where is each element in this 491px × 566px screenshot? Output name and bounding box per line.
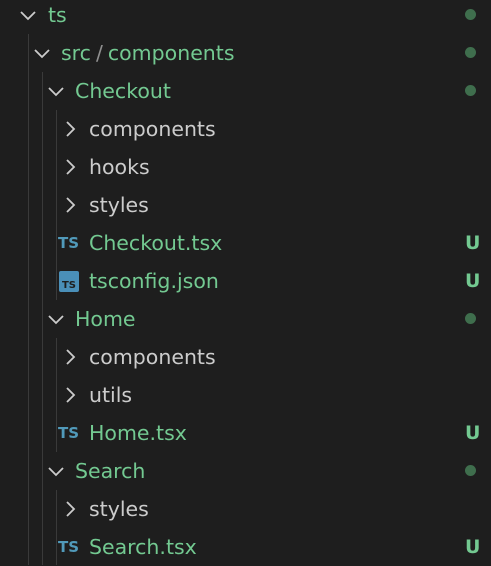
modified-dot (465, 313, 476, 324)
tree-item-search-styles[interactable]: styles (0, 490, 491, 528)
tsconfig-icon-text: TS (61, 280, 77, 291)
chevron-right-icon (60, 195, 80, 215)
modified-dot (465, 85, 476, 96)
path-segment-src: src (61, 41, 91, 65)
tree-item-checkout-styles[interactable]: styles (0, 186, 491, 224)
path-segment-components: components (107, 41, 235, 65)
tree-item-label: Checkout (75, 79, 171, 103)
untracked-badge: U (465, 422, 481, 444)
tree-item-home-utils[interactable]: utils (0, 376, 491, 414)
typescript-file-icon: TS (58, 424, 80, 442)
tree-item-home[interactable]: Home (0, 300, 491, 338)
typescript-file-icon: TS (58, 234, 80, 252)
chevron-down-icon (46, 461, 66, 481)
chevron-down-icon (46, 81, 66, 101)
modified-dot (465, 47, 476, 58)
path-separator: / (95, 41, 103, 65)
untracked-badge: U (465, 270, 481, 292)
tree-item-checkout-components[interactable]: components (0, 110, 491, 148)
chevron-right-icon (60, 385, 80, 405)
chevron-right-icon (60, 119, 80, 139)
tree-item-search[interactable]: Search (0, 452, 491, 490)
chevron-down-icon (46, 309, 66, 329)
tree-item-label: Search.tsx (89, 535, 197, 559)
tree-item-checkout[interactable]: Checkout (0, 72, 491, 110)
modified-dot (465, 465, 476, 476)
tsconfig-file-icon: TS (59, 271, 79, 292)
tree-item-label: components (89, 345, 216, 369)
chevron-right-icon (60, 499, 80, 519)
untracked-badge: U (465, 536, 481, 558)
tree-item-tsconfig-json[interactable]: TS tsconfig.json U (0, 262, 491, 300)
tree-item-label: Search (75, 459, 146, 483)
chevron-down-icon (18, 5, 38, 25)
tree-item-label: Home.tsx (89, 421, 187, 445)
untracked-badge: U (465, 232, 481, 254)
tree-item-label: styles (89, 193, 149, 217)
tree-item-src-components[interactable]: src / components (0, 34, 491, 72)
tree-item-label: Checkout.tsx (89, 231, 223, 255)
tree-item-label: tsconfig.json (89, 269, 219, 293)
tree-item-label: styles (89, 497, 149, 521)
chevron-right-icon (60, 347, 80, 367)
tree-item-label: src / components (61, 40, 235, 66)
tree-item-label: utils (89, 383, 133, 407)
tree-item-label: ts (48, 3, 67, 27)
typescript-file-icon: TS (58, 538, 80, 556)
tree-item-label: Home (75, 307, 136, 331)
tree-item-home-components[interactable]: components (0, 338, 491, 376)
tree-item-label: hooks (89, 155, 150, 179)
tree-item-checkout-tsx[interactable]: TS Checkout.tsx U (0, 224, 491, 262)
modified-dot (465, 9, 476, 20)
tree-item-search-tsx[interactable]: TS Search.tsx U (0, 528, 491, 566)
chevron-down-icon (32, 43, 52, 63)
file-explorer-tree: ts src / components Checkout components ho… (0, 0, 491, 565)
tree-item-checkout-hooks[interactable]: hooks (0, 148, 491, 186)
tree-item-home-tsx[interactable]: TS Home.tsx U (0, 414, 491, 452)
tree-item-ts[interactable]: ts (0, 0, 491, 34)
chevron-right-icon (60, 157, 80, 177)
tree-item-label: components (89, 117, 216, 141)
